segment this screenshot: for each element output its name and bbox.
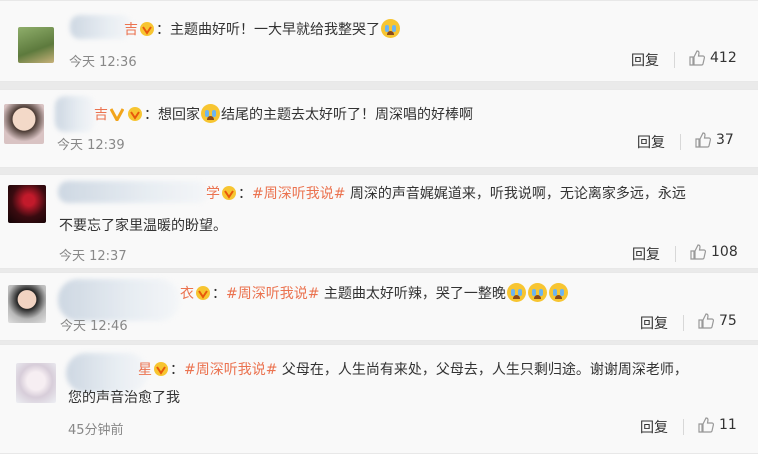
avatar[interactable] [18, 27, 54, 63]
divider [675, 246, 676, 262]
timestamp: 今天 12:46 [60, 319, 128, 334]
vip-badge-icon [222, 186, 236, 200]
blurred-username[interactable] [70, 15, 132, 39]
comment-text: 星：#周深听我说# 父母在，人生尚有来处，父母去，人生只剩归途。谢谢周深老师， [138, 362, 688, 378]
timestamp: 今天 12:39 [57, 138, 125, 153]
comment-card: 吉：主题曲好听！一大早就给我整哭了 今天 12:36 回复 412 [0, 0, 758, 82]
reply-button[interactable]: 回复 [640, 417, 668, 437]
topic-hashtag-link[interactable]: #周深听我说# [184, 362, 277, 378]
comment-text-continued: 您的声音治愈了我 [68, 390, 180, 406]
like-button[interactable]: 11 [697, 416, 737, 434]
crying-face-icon [381, 19, 400, 38]
like-button[interactable]: 75 [697, 312, 737, 330]
comment-card: 星：#周深听我说# 父母在，人生尚有来处，父母去，人生只剩归途。谢谢周深老师， … [0, 344, 758, 454]
topic-hashtag-link[interactable]: #周深听我说# [226, 286, 319, 302]
avatar[interactable] [4, 104, 44, 144]
comment-body: 想回家 [158, 107, 200, 123]
comment-body: 结尾的主题去太好听了！周深唱的好棒啊 [221, 107, 473, 123]
vip-badge-icon [110, 108, 124, 121]
like-count: 412 [710, 50, 737, 66]
username[interactable]: 吉 [124, 22, 138, 38]
avatar[interactable] [8, 185, 46, 223]
reply-button[interactable]: 回复 [631, 50, 659, 70]
comment-body: 父母在，人生尚有来处，父母去，人生只剩归途。谢谢周深老师， [277, 362, 688, 378]
comment-text: 学：#周深听我说# 周深的声音娓娓道来，听我说啊，无论离家多远，永远 [206, 186, 686, 202]
username[interactable]: 星 [138, 362, 152, 378]
comment-text-continued: 不要忘了家里温暖的盼望。 [59, 218, 227, 234]
comment-text: 吉：主题曲好听！一大早就给我整哭了 [124, 19, 401, 41]
like-button[interactable]: 37 [694, 131, 734, 149]
divider [683, 315, 684, 331]
comment-card: 学：#周深听我说# 周深的声音娓娓道来，听我说啊，无论离家多远，永远 不要忘了家… [0, 174, 758, 269]
reply-button[interactable]: 回复 [637, 132, 665, 152]
reply-button[interactable]: 回复 [640, 313, 668, 333]
comment-text: 吉：想回家 结尾的主题去太好听了！周深唱的好棒啊 [94, 104, 473, 126]
vip-badge-icon [128, 107, 142, 121]
blurred-username[interactable] [58, 181, 208, 203]
like-count: 37 [716, 132, 734, 148]
comment-body: 周深的声音娓娓道来，听我说啊，无论离家多远，永远 [345, 186, 686, 202]
thumbs-up-icon [698, 313, 715, 329]
like-count: 75 [719, 313, 737, 329]
comment-body: 主题曲太好听辣，哭了一整晚 [319, 286, 506, 302]
timestamp: 今天 12:37 [59, 249, 127, 264]
username[interactable]: 吉 [94, 107, 108, 123]
username[interactable]: 学 [206, 186, 220, 202]
timestamp: 今天 12:36 [69, 55, 137, 70]
like-count: 11 [719, 417, 737, 433]
comment-text: 衣：#周深听我说# 主题曲太好听辣，哭了一整晚 [180, 283, 569, 305]
comment-body: 主题曲好听！一大早就给我整哭了 [170, 22, 380, 38]
vip-badge-icon [154, 362, 168, 376]
avatar[interactable] [16, 363, 56, 403]
divider [680, 134, 681, 150]
avatar[interactable] [8, 285, 46, 323]
thumbs-up-icon [695, 132, 712, 148]
crying-face-icon [527, 283, 547, 302]
crying-face-icon [201, 104, 220, 123]
like-button[interactable]: 412 [688, 49, 737, 67]
vip-badge-icon [140, 22, 154, 36]
divider [674, 52, 675, 68]
comment-card: 吉：想回家 结尾的主题去太好听了！周深唱的好棒啊 今天 12:39 回复 37 [0, 89, 758, 168]
crying-face-icon [506, 283, 526, 302]
thumbs-up-icon [690, 244, 707, 260]
comment-card: 衣：#周深听我说# 主题曲太好听辣，哭了一整晚 今天 12:46 回复 75 [0, 272, 758, 341]
reply-button[interactable]: 回复 [632, 244, 660, 264]
vip-badge-icon [196, 286, 210, 300]
username[interactable]: 衣 [180, 286, 194, 302]
topic-hashtag-link[interactable]: #周深听我说# [252, 186, 345, 202]
thumbs-up-icon [689, 50, 706, 66]
divider [683, 419, 684, 435]
timestamp: 45分钟前 [68, 423, 124, 438]
thumbs-up-icon [698, 417, 715, 433]
like-button[interactable]: 108 [689, 243, 738, 261]
like-count: 108 [711, 244, 738, 260]
blurred-username[interactable] [55, 96, 95, 132]
crying-face-icon [548, 283, 568, 302]
